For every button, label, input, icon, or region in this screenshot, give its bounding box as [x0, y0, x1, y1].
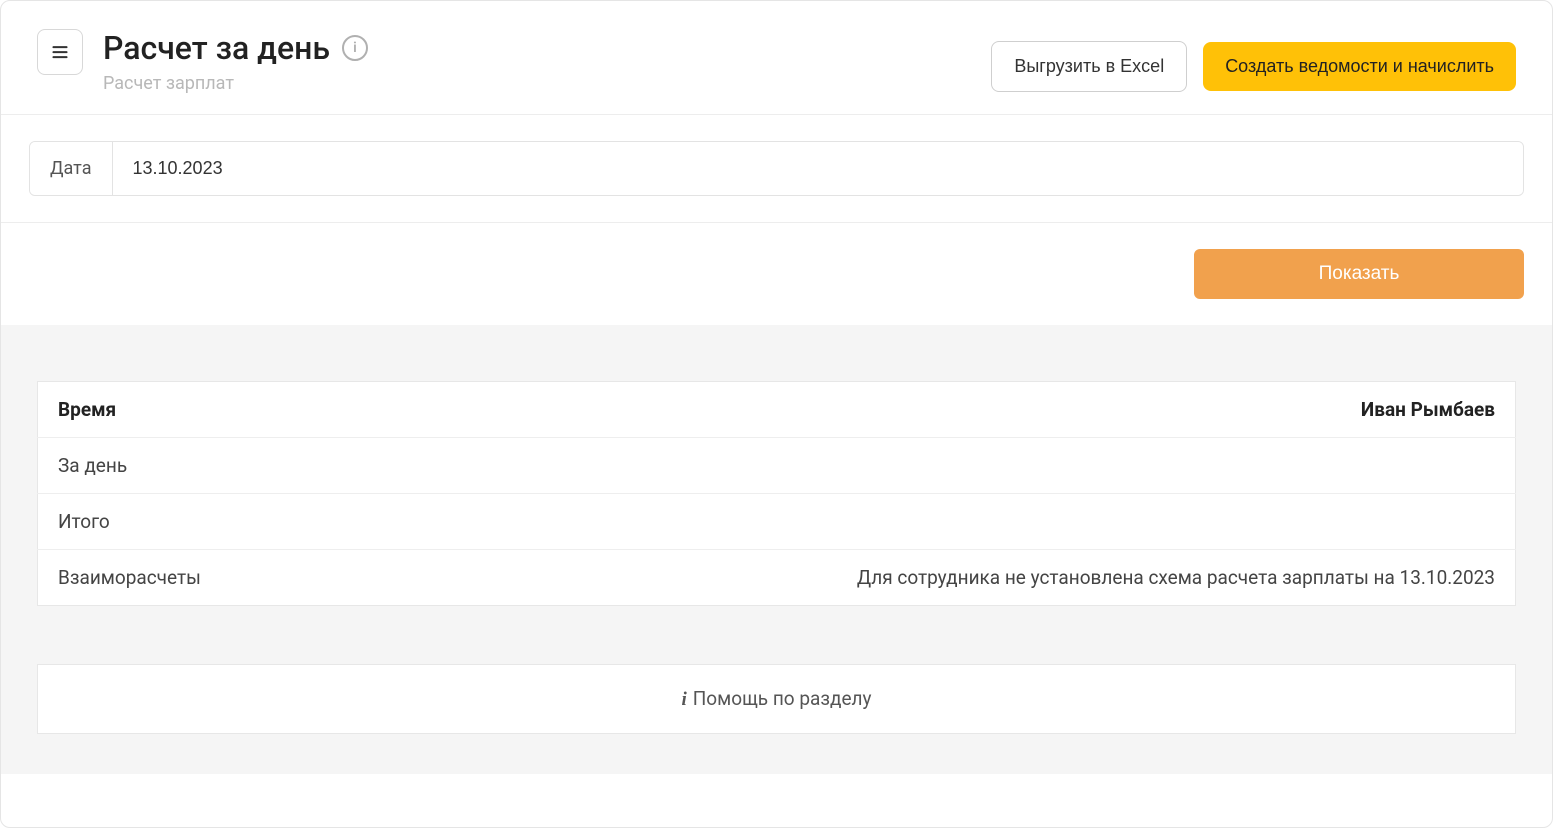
- page-container: Расчет за день i Расчет зарплат Выгрузит…: [0, 0, 1553, 828]
- page-subtitle: Расчет зарплат: [103, 73, 368, 94]
- row-mutual-label: Взаиморасчеты: [38, 550, 352, 606]
- help-label: Помощь по разделу: [693, 687, 872, 710]
- header-actions: Выгрузить в Excel Создать ведомости и на…: [991, 41, 1516, 92]
- table-row: За день: [38, 438, 1516, 494]
- content-area: Время Иван Рымбаев За день Итого Взаимор…: [1, 325, 1552, 774]
- date-filter-group: Дата: [29, 141, 1524, 196]
- row-mutual-note: Для сотрудника не установлена схема расч…: [352, 550, 1516, 606]
- table-row: Итого: [38, 494, 1516, 550]
- title-block: Расчет за день i Расчет зарплат: [103, 29, 368, 94]
- help-panel[interactable]: i Помощь по разделу: [37, 664, 1516, 734]
- hamburger-icon: [50, 42, 70, 62]
- show-button[interactable]: Показать: [1194, 249, 1524, 299]
- col-time-header: Время: [38, 382, 352, 438]
- filter-bar: Дата: [1, 115, 1552, 222]
- create-and-accrue-button[interactable]: Создать ведомости и начислить: [1203, 42, 1516, 91]
- title-row: Расчет за день i: [103, 29, 368, 67]
- row-per-day-value: [352, 438, 1516, 494]
- col-person-header: Иван Рымбаев: [352, 382, 1516, 438]
- action-bar: Показать: [1, 222, 1552, 325]
- row-total-label: Итого: [38, 494, 352, 550]
- export-excel-button[interactable]: Выгрузить в Excel: [991, 41, 1187, 92]
- result-table: Время Иван Рымбаев За день Итого Взаимор…: [37, 381, 1516, 606]
- date-label: Дата: [30, 142, 113, 195]
- page-header: Расчет за день i Расчет зарплат Выгрузит…: [1, 1, 1552, 115]
- info-icon[interactable]: i: [342, 35, 368, 61]
- date-input[interactable]: [113, 142, 1524, 195]
- header-left: Расчет за день i Расчет зарплат: [37, 29, 368, 94]
- table-header-row: Время Иван Рымбаев: [38, 382, 1516, 438]
- page-title: Расчет за день: [103, 29, 330, 67]
- row-total-value: [352, 494, 1516, 550]
- help-info-icon: i: [681, 689, 686, 711]
- row-per-day-label: За день: [38, 438, 352, 494]
- table-row: Взаиморасчеты Для сотрудника не установл…: [38, 550, 1516, 606]
- menu-toggle-button[interactable]: [37, 29, 83, 75]
